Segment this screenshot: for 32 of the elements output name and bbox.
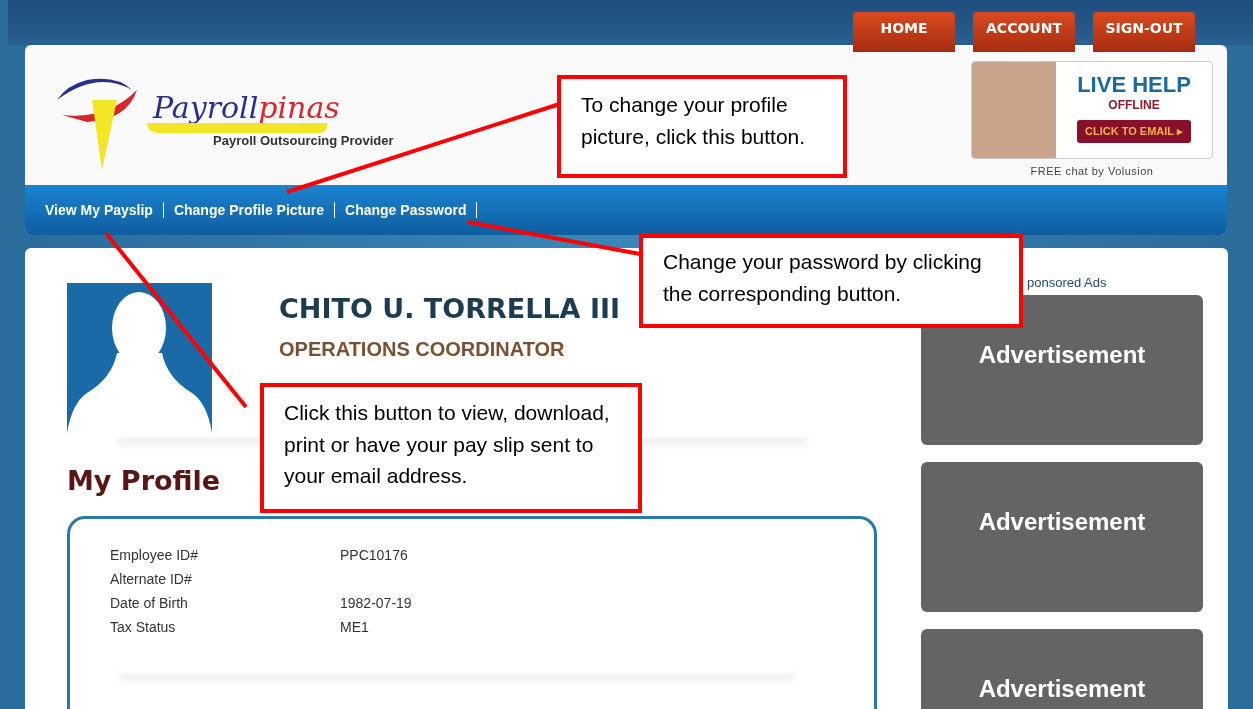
top-nav-tab[interactable]: SIGN-OUT — [1093, 12, 1195, 52]
nav-link[interactable]: View My Payslip — [45, 202, 153, 218]
employee-position: OPERATIONS COORDINATOR — [279, 338, 566, 361]
field-label: Employee ID# — [110, 547, 199, 565]
logo-wordmark: Payrollpinas — [153, 90, 341, 125]
field-label: Date of Birth — [110, 595, 189, 613]
field-value: ME1 — [340, 619, 369, 637]
field-label: Alternate ID# — [110, 571, 193, 589]
field-value: PPC10176 — [340, 547, 408, 565]
advertisement-banner[interactable]: Advertisement — [921, 629, 1203, 709]
callout-note: Change your password by clicking the corresponding button. — [639, 234, 1023, 328]
nav-link[interactable]: Change Profile Picture — [173, 202, 325, 218]
email-button[interactable]: CLICK TO EMAIL ▸ — [1077, 120, 1191, 143]
callout-note: Click this button to view, download, print or have your pay slip sent to your email address. — [260, 383, 642, 513]
field-value: 1982-07-19 — [340, 595, 412, 613]
callout-note: To change your profile picture, click this button. — [557, 75, 847, 178]
advertisement-banner[interactable]: Advertisement — [921, 295, 1203, 445]
live-help-status: OFFLINE — [1108, 98, 1160, 112]
logo-tagline: Payroll Outsourcing Provider — [213, 133, 394, 148]
logo-swoosh-icon — [147, 123, 327, 133]
ads-heading: ponsored Ads — [1026, 275, 1108, 290]
employee-name: CHITO U. TORRELLA III — [279, 293, 621, 324]
nav-link[interactable]: Change Password — [345, 202, 467, 218]
live-help-title: LIVE HELP — [1077, 72, 1191, 98]
section-title: My Profile — [67, 465, 221, 496]
live-help-banner[interactable]: LIVE HELP OFFLINE CLICK TO EMAIL ▸ — [971, 61, 1213, 159]
field-label: Tax Status — [110, 619, 177, 637]
advertisement-banner[interactable]: Advertisement — [921, 462, 1203, 612]
avatar-silhouette-icon — [67, 283, 212, 433]
top-nav-tab[interactable]: ACCOUNT — [973, 12, 1075, 52]
top-nav-tab[interactable]: HOME — [853, 12, 955, 52]
live-help-caption: FREE chat by Volusion — [1030, 165, 1154, 177]
